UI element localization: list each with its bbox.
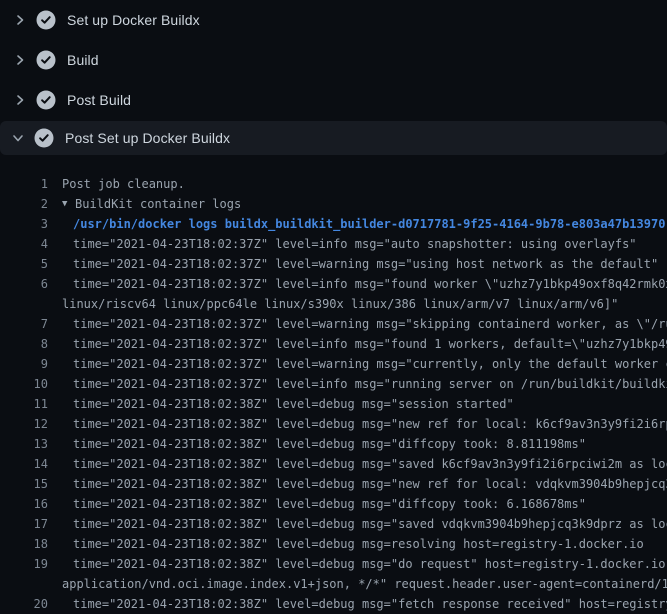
step-title: Build: [67, 52, 99, 68]
log-line: 1 Post job cleanup.: [0, 174, 667, 194]
log-message: time="2021-04-23T18:02:37Z" level=info m…: [73, 377, 667, 391]
chevron-down-icon: [11, 131, 25, 145]
log-message: time="2021-04-23T18:02:38Z" level=debug …: [73, 537, 644, 551]
log-line: 13 time="2021-04-23T18:02:38Z" level=debu…: [0, 434, 667, 454]
log-message: time="2021-04-23T18:02:37Z" level=warnin…: [73, 257, 658, 271]
log-line: 14 time="2021-04-23T18:02:38Z" level=debu…: [0, 454, 667, 474]
line-number[interactable]: 18: [0, 537, 48, 551]
line-number[interactable]: 6: [0, 277, 48, 291]
log-message: time="2021-04-23T18:02:37Z" level=info m…: [73, 337, 667, 351]
log-message: time="2021-04-23T18:02:38Z" level=debug …: [73, 417, 667, 431]
log-message: time="2021-04-23T18:02:38Z" level=debug …: [73, 517, 667, 531]
log-line: 8 time="2021-04-23T18:02:37Z" level=info …: [0, 334, 667, 354]
check-circle-icon: [36, 90, 56, 110]
step-title: Set up Docker Buildx: [67, 12, 200, 28]
log-message: time="2021-04-23T18:02:38Z" level=debug …: [73, 437, 586, 451]
step-title: Post Build: [67, 92, 131, 108]
log-line: 11 time="2021-04-23T18:02:38Z" level=debu…: [0, 394, 667, 414]
log-line: 9 time="2021-04-23T18:02:37Z" level=warni…: [0, 354, 667, 374]
log-message: linux/riscv64 linux/ppc64le linux/s390x …: [62, 297, 618, 311]
chevron-right-icon: [13, 93, 27, 107]
step-row-post-build[interactable]: Post Build: [0, 80, 667, 120]
line-number[interactable]: 19: [0, 557, 48, 571]
log-message: time="2021-04-23T18:02:38Z" level=debug …: [73, 397, 514, 411]
log-message: time="2021-04-23T18:02:37Z" level=warnin…: [73, 357, 667, 371]
log-line: 4 time="2021-04-23T18:02:37Z" level=info …: [0, 234, 667, 254]
line-number[interactable]: 8: [0, 337, 48, 351]
log-line: 20 time="2021-04-23T18:02:38Z" level=debu…: [0, 594, 667, 614]
chevron-right-icon: [13, 53, 27, 67]
line-number[interactable]: 7: [0, 317, 48, 331]
log-line-wrap: linux/riscv64 linux/ppc64le linux/s390x …: [0, 294, 667, 314]
log-line: 18 time="2021-04-23T18:02:38Z" level=debu…: [0, 534, 667, 554]
log-line: 12 time="2021-04-23T18:02:38Z" level=debu…: [0, 414, 667, 434]
step-row-build[interactable]: Build: [0, 40, 667, 80]
line-number[interactable]: 2: [0, 197, 48, 211]
log-message: time="2021-04-23T18:02:38Z" level=debug …: [73, 457, 667, 471]
log-line: 5 time="2021-04-23T18:02:37Z" level=warni…: [0, 254, 667, 274]
log-message: time="2021-04-23T18:02:38Z" level=debug …: [73, 497, 586, 511]
check-circle-icon: [36, 50, 56, 70]
line-number[interactable]: 16: [0, 497, 48, 511]
line-number[interactable]: 17: [0, 517, 48, 531]
log-line: 2 ▼BuildKit container logs: [0, 194, 667, 214]
log-line: 17 time="2021-04-23T18:02:38Z" level=debu…: [0, 514, 667, 534]
log-message: time="2021-04-23T18:02:37Z" level=info m…: [73, 237, 637, 251]
log-lines: 1 Post job cleanup. 2 ▼BuildKit container l…: [0, 174, 667, 614]
line-number[interactable]: 1: [0, 177, 48, 191]
chevron-right-icon: [13, 13, 27, 27]
log-message: BuildKit container logs: [75, 197, 241, 211]
log-line: 10 time="2021-04-23T18:02:37Z" level=info…: [0, 374, 667, 394]
log-message: time="2021-04-23T18:02:37Z" level=info m…: [73, 277, 667, 291]
group-expand-triangle-icon[interactable]: ▼: [62, 199, 75, 209]
line-number[interactable]: 13: [0, 437, 48, 451]
check-circle-icon: [36, 10, 56, 30]
step-title: Post Set up Docker Buildx: [65, 130, 230, 146]
step-row-post-set-up-docker-buildx[interactable]: Post Set up Docker Buildx: [0, 121, 667, 155]
line-number[interactable]: 12: [0, 417, 48, 431]
log-line: 6 time="2021-04-23T18:02:37Z" level=info …: [0, 274, 667, 294]
line-number[interactable]: 10: [0, 377, 48, 391]
log-message: time="2021-04-23T18:02:38Z" level=debug …: [73, 557, 667, 571]
step-row-set-up-docker-buildx[interactable]: Set up Docker Buildx: [0, 0, 667, 40]
log-line: 7 time="2021-04-23T18:02:37Z" level=warni…: [0, 314, 667, 334]
log-area: 1 Post job cleanup. 2 ▼BuildKit container l…: [0, 160, 667, 614]
line-number[interactable]: 15: [0, 477, 48, 491]
log-message: application/vnd.oci.image.index.v1+json,…: [62, 577, 667, 591]
log-line: 15 time="2021-04-23T18:02:38Z" level=debu…: [0, 474, 667, 494]
line-number[interactable]: 20: [0, 597, 48, 611]
log-line: 16 time="2021-04-23T18:02:38Z" level=debu…: [0, 494, 667, 514]
log-line: 19 time="2021-04-23T18:02:38Z" level=debu…: [0, 554, 667, 574]
log-command-link[interactable]: /usr/bin/docker logs buildx_buildkit_bui…: [73, 217, 665, 231]
line-number[interactable]: 9: [0, 357, 48, 371]
steps-list: Set up Docker Buildx Build Post Build Po…: [0, 0, 667, 155]
line-number[interactable]: 5: [0, 257, 48, 271]
log-line: 3/usr/bin/docker logs buildx_buildkit_bu…: [0, 214, 667, 234]
log-message: time="2021-04-23T18:02:38Z" level=debug …: [73, 477, 667, 491]
line-number[interactable]: 3: [0, 217, 48, 231]
line-number[interactable]: 4: [0, 237, 48, 251]
log-message: time="2021-04-23T18:02:37Z" level=warnin…: [73, 317, 667, 331]
log-message: Post job cleanup.: [62, 177, 185, 191]
check-circle-icon: [34, 128, 54, 148]
log-line-wrap: application/vnd.oci.image.index.v1+json,…: [0, 574, 667, 594]
line-number[interactable]: 14: [0, 457, 48, 471]
line-number[interactable]: 11: [0, 397, 48, 411]
log-message: time="2021-04-23T18:02:38Z" level=debug …: [73, 597, 667, 611]
